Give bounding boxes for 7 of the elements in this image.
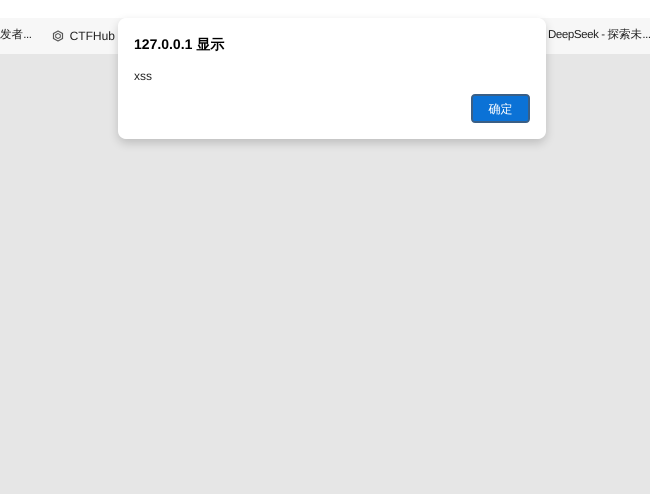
dialog-title: 127.0.0.1 显示 bbox=[134, 35, 226, 54]
hexagon-icon bbox=[52, 30, 64, 42]
bookmark[interactable]: CTFHub bbox=[52, 27, 115, 45]
dialog-message: xss bbox=[134, 68, 153, 85]
bookmark[interactable]: DeepSeek - 探索未... bbox=[548, 27, 650, 45]
bookmark[interactable]: 发者... bbox=[0, 27, 32, 45]
ok-button[interactable]: 确定 bbox=[471, 94, 530, 123]
